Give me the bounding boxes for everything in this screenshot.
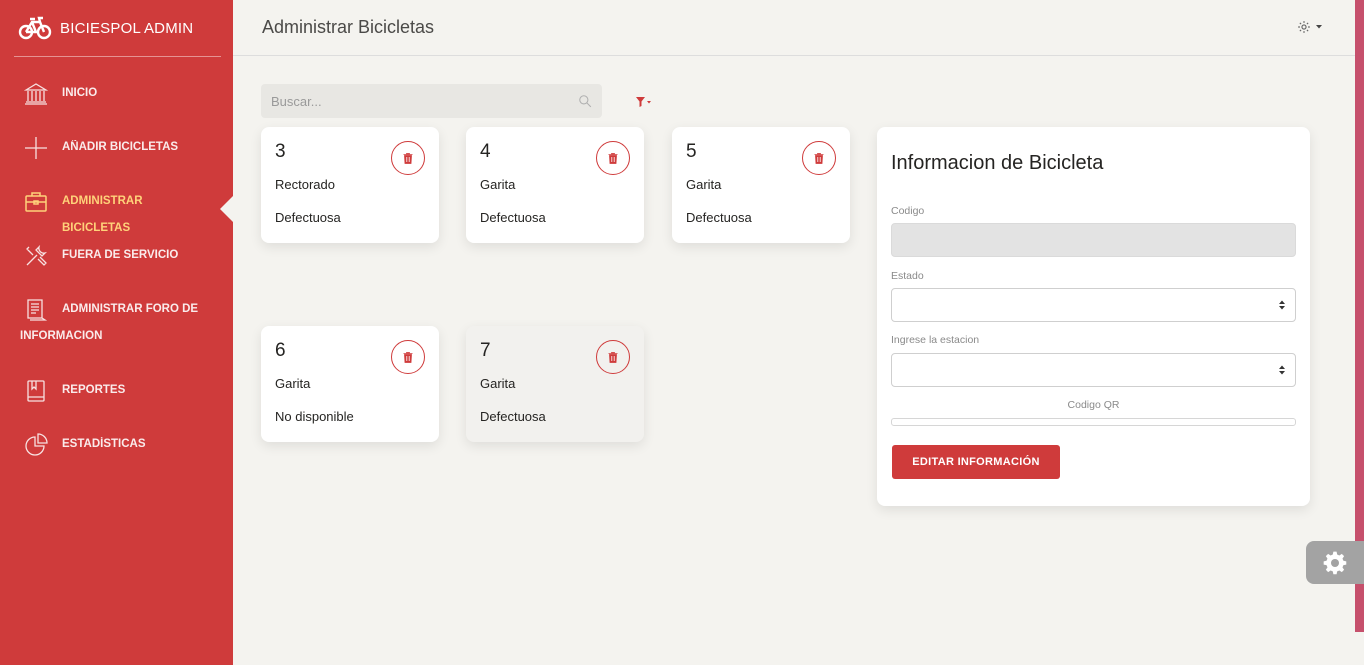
delete-button[interactable]	[596, 141, 630, 175]
bike-card[interactable]: 3 Rectorado Defectuosa	[261, 127, 439, 243]
sidebar-item-inicio[interactable]: INICIO	[0, 70, 233, 124]
brand-name: BICIESPOL ADMIN	[60, 19, 194, 37]
estado-label: Estado	[891, 270, 924, 282]
search-box[interactable]	[261, 84, 602, 118]
book-icon	[27, 380, 45, 402]
filter-icon	[636, 97, 651, 107]
plus-icon	[25, 137, 47, 159]
trash-icon	[608, 152, 618, 164]
sidebar-item-label: FUERA DE SERVICIO	[62, 249, 179, 261]
search-icon[interactable]	[578, 94, 592, 108]
delete-button[interactable]	[596, 340, 630, 374]
briefcase-icon	[25, 192, 47, 212]
estacion-label: Ingrese la estacion	[891, 334, 980, 346]
top-navbar: Administrar Bicicletas	[233, 0, 1355, 56]
brand[interactable]: BICIESPOL ADMIN	[14, 0, 221, 57]
page-title: Administrar Bicicletas	[262, 17, 435, 37]
scrollbar-strip	[1355, 0, 1364, 632]
trash-icon	[403, 351, 413, 363]
edit-info-button[interactable]: EDITAR INFORMACIÓN	[892, 445, 1060, 479]
bicycle-icon	[18, 16, 52, 40]
bike-status: Defectuosa	[480, 210, 546, 225]
select-arrows-icon	[1279, 300, 1285, 310]
bike-info-panel: Informacion de Bicicleta Codigo Estado I…	[877, 127, 1310, 506]
codigo-label: Codigo	[891, 205, 925, 217]
bike-status: Defectuosa	[686, 210, 752, 225]
select-arrows-icon	[1279, 365, 1285, 375]
estacion-select[interactable]	[891, 353, 1296, 387]
sidebar-item-administrar-bicicletas[interactable]: ADMINISTRAR BICICLETAS	[0, 178, 233, 234]
sidebar-nav: INICIO AÑADIR BICICLETAS ADMINISTRAR BIC…	[0, 70, 233, 475]
caret-down-icon	[1316, 25, 1322, 29]
sidebar-item-label: INICIO	[62, 87, 98, 99]
sidebar-item-label: ADMINISTRAR FORO DE INFORMACION	[20, 303, 199, 342]
sidebar-item-label: REPORTES	[62, 384, 126, 396]
delete-button[interactable]	[802, 141, 836, 175]
bike-status: No disponible	[275, 409, 354, 424]
bike-status: Defectuosa	[275, 210, 341, 225]
bike-card[interactable]: 6 Garita No disponible	[261, 326, 439, 442]
sidebar-item-estadisticas[interactable]: ESTADÍSTICAS	[0, 421, 233, 475]
bike-status: Defectuosa	[480, 409, 546, 424]
gear-icon	[1323, 551, 1347, 574]
active-indicator	[220, 196, 233, 222]
sidebar-item-anadir-bicicletas[interactable]: AÑADIR BICICLETAS	[0, 124, 233, 178]
bank-icon	[24, 83, 48, 105]
bike-location: Garita	[480, 177, 516, 192]
tools-icon	[26, 244, 48, 266]
trash-icon	[814, 152, 824, 164]
delete-button[interactable]	[391, 340, 425, 374]
filter-dropdown[interactable]	[635, 95, 653, 113]
bike-location: Garita	[686, 177, 722, 192]
bike-card[interactable]: 7 Garita Defectuosa	[466, 326, 644, 442]
sidebar-item-administrar-foro[interactable]: ADMINISTRAR FORO DE INFORMACION	[0, 286, 233, 367]
codigo-field	[891, 223, 1296, 257]
qr-code-area	[891, 418, 1296, 426]
bike-location: Garita	[275, 376, 311, 391]
bike-location: Garita	[480, 376, 516, 391]
settings-dropdown[interactable]	[1297, 20, 1323, 34]
sidebar-item-label: AÑADIR BICICLETAS	[62, 141, 179, 153]
sidebar-item-reportes[interactable]: REPORTES	[0, 367, 233, 421]
sidebar: BICIESPOL ADMIN INICIO AÑADIR BICICLETAS…	[0, 0, 233, 665]
sidebar-item-label: ESTADÍSTICAS	[62, 438, 146, 450]
estado-select[interactable]	[891, 288, 1296, 322]
search-input[interactable]	[271, 93, 578, 109]
fixed-plugin-settings[interactable]	[1306, 541, 1364, 584]
bike-card[interactable]: 5 Garita Defectuosa	[672, 127, 850, 243]
qr-label: Codigo QR	[1067, 399, 1120, 411]
gear-icon	[1298, 21, 1310, 33]
delete-button[interactable]	[391, 141, 425, 175]
info-panel-title: Informacion de Bicicleta	[891, 152, 1104, 174]
trash-icon	[608, 351, 618, 363]
bike-card[interactable]: 4 Garita Defectuosa	[466, 127, 644, 243]
pie-chart-icon	[25, 433, 48, 456]
bike-location: Rectorado	[275, 177, 335, 192]
sidebar-item-fuera-de-servicio[interactable]: FUERA DE SERVICIO	[0, 232, 233, 286]
trash-icon	[403, 152, 413, 164]
